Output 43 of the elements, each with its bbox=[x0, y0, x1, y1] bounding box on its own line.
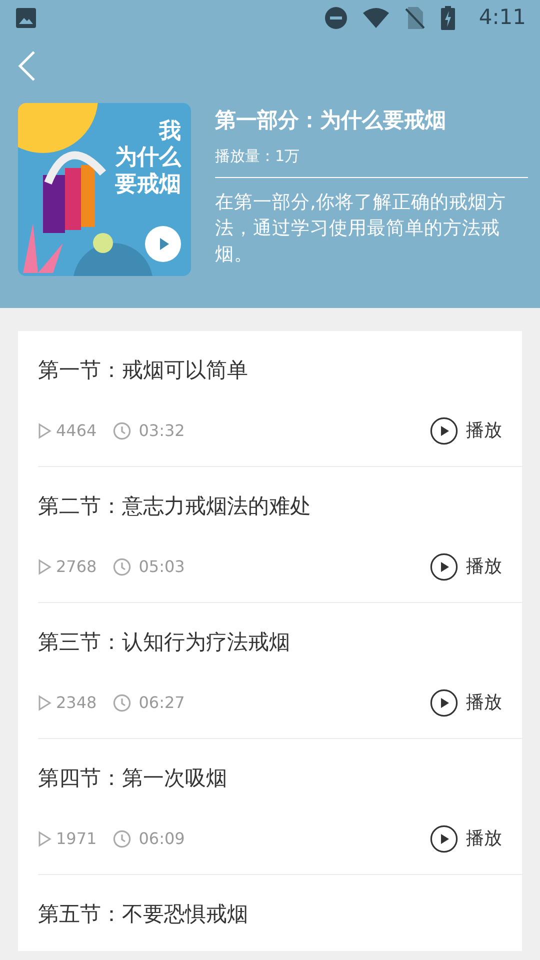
part-title: 第一部分：为什么要戒烟 bbox=[215, 107, 447, 134]
play-count: 2768 bbox=[56, 556, 97, 578]
wifi-icon bbox=[362, 8, 389, 28]
battery-icon bbox=[440, 6, 455, 30]
lesson-title[interactable]: 第二节：意志力戒烟法的难处 bbox=[38, 491, 522, 522]
image-icon bbox=[16, 8, 36, 28]
cover-title-text: 要戒烟 bbox=[115, 172, 181, 198]
play-button-icon[interactable] bbox=[145, 226, 181, 262]
lesson-title[interactable]: 第四节：第一次吸烟 bbox=[38, 763, 522, 794]
lesson-title[interactable]: 第一节：戒烟可以简单 bbox=[38, 355, 522, 386]
part-description: 在第一部分,你将了解正确的戒烟方法，通过学习使用最简单的方法戒烟。 bbox=[215, 191, 507, 267]
cover-title-text: 我 bbox=[158, 119, 181, 146]
play-icon bbox=[430, 552, 458, 580]
play-count: 2348 bbox=[56, 692, 97, 714]
no-sim-icon bbox=[404, 7, 425, 29]
do-not-disturb-icon bbox=[324, 7, 347, 29]
duration: 06:09 bbox=[138, 828, 185, 850]
cover-title-text: 为什么 bbox=[115, 145, 181, 172]
play-count-icon bbox=[38, 422, 52, 438]
play-button[interactable]: 播放 bbox=[430, 416, 502, 444]
clock-time: 4:11 bbox=[478, 4, 526, 32]
play-count-icon bbox=[38, 694, 52, 710]
play-icon bbox=[430, 824, 458, 852]
play-icon bbox=[430, 688, 458, 716]
clock-icon bbox=[112, 422, 131, 440]
play-button[interactable]: 播放 bbox=[430, 552, 502, 580]
lesson-title[interactable]: 第五节：不要恐惧戒烟 bbox=[38, 899, 522, 930]
lesson-title[interactable]: 第三节：认知行为疗法戒烟 bbox=[38, 627, 522, 658]
clock-icon bbox=[112, 694, 131, 712]
play-count: 1971 bbox=[56, 828, 97, 850]
play-button[interactable]: 播放 bbox=[430, 688, 502, 716]
play-count-icon bbox=[38, 830, 52, 846]
play-icon bbox=[430, 416, 458, 444]
play-button[interactable]: 播放 bbox=[430, 824, 502, 852]
play-count: 播放量：1万 bbox=[215, 146, 301, 166]
play-count: 4464 bbox=[56, 420, 97, 442]
duration: 06:27 bbox=[138, 692, 185, 714]
duration: 05:03 bbox=[138, 556, 185, 578]
play-count-icon bbox=[38, 558, 52, 574]
duration: 03:32 bbox=[138, 420, 185, 442]
clock-icon bbox=[112, 830, 131, 848]
back-icon[interactable] bbox=[16, 50, 38, 82]
clock-icon bbox=[112, 558, 131, 576]
